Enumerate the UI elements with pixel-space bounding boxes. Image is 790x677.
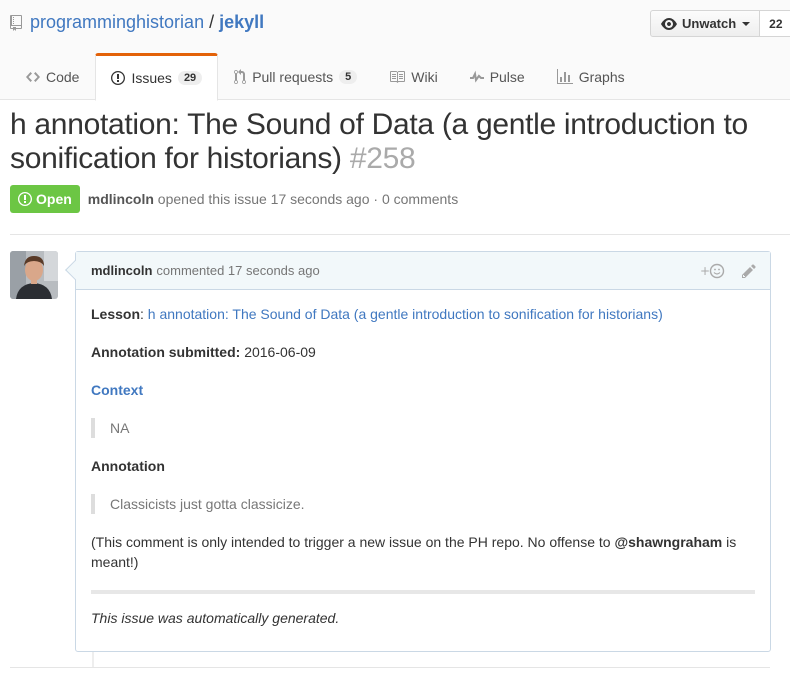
comment-timestamp: commented 17 seconds ago [156, 263, 320, 278]
tab-code-label: Code [46, 69, 80, 85]
lesson-label: Lesson [91, 306, 141, 322]
repo-header: programminghistorian / jekyll Unwatch 22… [0, 0, 790, 101]
repo-separator: / [209, 12, 215, 32]
submitted-line: Annotation submitted: 2016-06-09 [91, 342, 755, 362]
comment-box: mdlincoln commented 17 seconds ago + Les… [65, 251, 771, 652]
repo-title: programminghistorian / jekyll [10, 12, 264, 33]
comment-body: Lesson: h annotation: The Sound of Data … [76, 290, 770, 628]
lesson-colon: : [140, 306, 144, 322]
chevron-down-icon [742, 21, 751, 26]
divider [10, 234, 790, 235]
issue-opened-icon [111, 71, 126, 85]
issues-count-badge: 29 [177, 71, 203, 85]
issue-meta-rest: opened this issue 17 seconds ago · 0 com… [157, 191, 459, 207]
watchers-count[interactable]: 22 [760, 10, 790, 37]
context-heading[interactable]: Context [91, 380, 755, 400]
unwatch-label: Unwatch [682, 16, 737, 31]
annotation-heading: Annotation [91, 458, 165, 474]
avatar-image [10, 251, 58, 299]
pencil-icon[interactable] [742, 263, 756, 279]
note-paragraph: (This comment is only intended to trigge… [91, 532, 755, 572]
timeline-line [92, 652, 94, 667]
comment-actions: + [684, 263, 756, 279]
mention-link[interactable]: @shawngraham [614, 534, 722, 550]
horizontal-rule [91, 590, 755, 594]
tab-graphs-label: Graphs [578, 69, 625, 85]
issue-meta: Open mdlincoln opened this issue 17 seco… [10, 185, 458, 213]
repo-owner-link[interactable]: programminghistorian [30, 12, 204, 33]
issue-number: #258 [349, 142, 416, 175]
status-label: Open [36, 191, 72, 207]
eye-icon [661, 17, 677, 30]
tab-graphs[interactable]: Graphs [541, 52, 641, 100]
svg-text:+: + [700, 264, 710, 278]
tab-wiki-label: Wiki [411, 69, 438, 85]
pulse-icon [469, 70, 484, 83]
tab-pull-requests-label: Pull requests [252, 69, 334, 85]
tab-wiki[interactable]: Wiki [373, 52, 453, 100]
annotation-quote: Classicists just gotta classicize. [91, 494, 755, 514]
pull-requests-count-badge: 5 [339, 70, 358, 84]
repo-nav-tabs: Code Issues 29 Pull requests 5 Wiki Puls… [10, 52, 641, 101]
submitted-value: 2016-06-09 [244, 344, 316, 360]
tab-issues-label: Issues [131, 70, 172, 86]
note-before: (This comment is only intended to trigge… [91, 534, 611, 550]
tab-issues[interactable]: Issues 29 [95, 53, 219, 101]
repo-name-link[interactable]: jekyll [219, 12, 264, 33]
lesson-link[interactable]: h annotation: The Sound of Data (a gentl… [148, 306, 663, 322]
auto-generated-note: This issue was automatically generated. [91, 610, 340, 626]
repo-icon [10, 14, 22, 31]
tab-pulse[interactable]: Pulse [454, 52, 541, 100]
graph-icon [556, 69, 573, 84]
issue-author-link[interactable]: mdlincoln [88, 191, 154, 207]
comment-author-link[interactable]: mdlincoln [91, 263, 152, 278]
submitted-label: Annotation submitted: [91, 344, 241, 360]
code-icon [26, 72, 40, 82]
issue-title: h annotation: The Sound of Data (a gentl… [10, 108, 785, 176]
lesson-line: Lesson: h annotation: The Sound of Data … [91, 304, 755, 324]
issue-meta-text: mdlincoln opened this issue 17 seconds a… [88, 191, 458, 207]
pull-request-icon [234, 69, 247, 85]
context-quote: NA [91, 418, 755, 438]
comment-header: mdlincoln commented 17 seconds ago + [76, 252, 770, 290]
avatar[interactable] [10, 251, 58, 299]
add-reaction-icon[interactable]: + [700, 263, 726, 279]
issue-opened-icon [18, 192, 32, 206]
unwatch-button[interactable]: Unwatch [650, 10, 761, 37]
status-badge: Open [10, 185, 80, 213]
tab-pulse-label: Pulse [489, 69, 525, 85]
tab-pull-requests[interactable]: Pull requests 5 [218, 52, 373, 100]
tab-code[interactable]: Code [10, 52, 95, 100]
book-icon [390, 71, 406, 83]
watch-group: Unwatch 22 [650, 10, 790, 37]
bottom-divider [10, 667, 770, 668]
